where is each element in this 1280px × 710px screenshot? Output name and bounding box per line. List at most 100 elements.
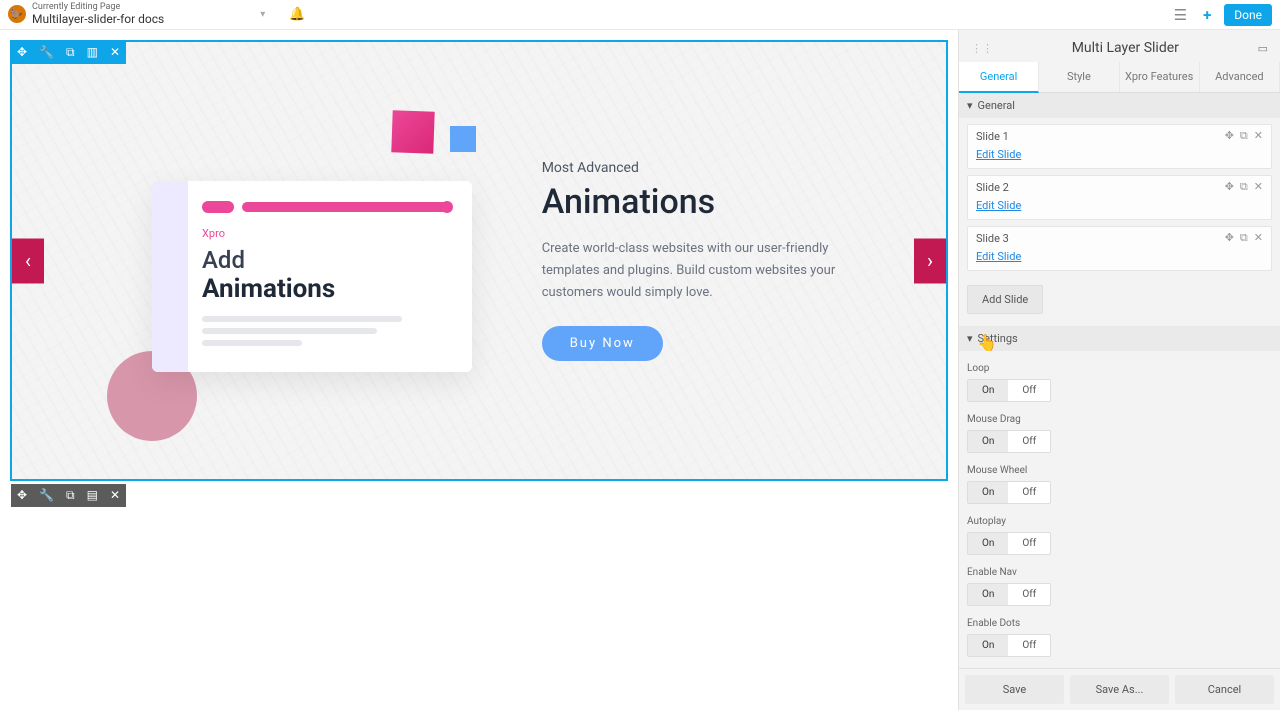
slide-name: Slide 3 [976, 232, 1009, 245]
row-copy-icon[interactable]: ⧉ [60, 484, 81, 507]
save-as-button[interactable]: Save As... [1070, 675, 1169, 704]
save-button[interactable]: Save [965, 675, 1064, 704]
close-icon[interactable]: ✕ [104, 41, 126, 64]
mouse-wheel-off[interactable]: Off [1008, 482, 1050, 503]
loop-label: Loop [967, 363, 1272, 374]
row-columns-icon[interactable]: ▤ [81, 484, 104, 507]
mouse-wheel-label: Mouse Wheel [967, 465, 1272, 476]
main: ✥ 🔧 ⧉ ▥ ✕ ‹ › [0, 30, 1280, 710]
tab-general[interactable]: General [959, 62, 1039, 93]
loop-on[interactable]: On [968, 380, 1008, 401]
topbar-left: 🦫 Currently Editing Page Multilayer-slid… [8, 3, 305, 26]
row-toolbar: ✥ 🔧 ⧉ ▤ ✕ [11, 484, 126, 507]
add-icon[interactable]: + [1200, 3, 1214, 27]
slide-item-3: Slide 3 ✥ ⧉ ✕ Edit Slide [967, 226, 1272, 271]
slide-copy-icon[interactable]: ⧉ [1240, 231, 1248, 245]
enable-dots-off[interactable]: Off [1008, 635, 1050, 656]
slide-name: Slide 2 [976, 181, 1009, 194]
mouse-drag-label: Mouse Drag [967, 414, 1272, 425]
enable-nav-label: Enable Nav [967, 567, 1272, 578]
enable-nav-on[interactable]: On [968, 584, 1008, 605]
enable-dots-label: Enable Dots [967, 618, 1272, 629]
enable-nav-off[interactable]: Off [1008, 584, 1050, 605]
headline: Animations [542, 182, 906, 222]
slide-move-icon[interactable]: ✥ [1225, 180, 1234, 194]
settings-sidebar: ⋮⋮ Multi Layer Slider ▭ General Style Xp… [958, 30, 1280, 710]
slide-delete-icon[interactable]: ✕ [1254, 231, 1263, 245]
enable-nav-toggle: On Off [967, 583, 1051, 606]
nav-prev-button[interactable]: ‹ [12, 238, 44, 283]
bell-icon[interactable]: 🔔 [289, 7, 305, 22]
sidebar-title: Multi Layer Slider [1072, 40, 1179, 56]
mouse-wheel-on[interactable]: On [968, 482, 1008, 503]
drag-handle-icon[interactable]: ⋮⋮ [971, 42, 993, 55]
autoplay-label: Autoplay [967, 516, 1272, 527]
tab-xpro[interactable]: Xpro Features [1120, 62, 1200, 92]
sidebar-footer: Save Save As... Cancel [959, 668, 1280, 710]
sidebar-body: ▾ General Slide 1 ✥ ⧉ ✕ Edit Slide Slide… [959, 93, 1280, 668]
edit-slide-link[interactable]: Edit Slide [976, 148, 1021, 161]
slide-copy-icon[interactable]: ⧉ [1240, 129, 1248, 143]
slide-copy-icon[interactable]: ⧉ [1240, 180, 1248, 194]
columns-icon[interactable]: ▥ [81, 41, 104, 64]
slide-delete-icon[interactable]: ✕ [1254, 180, 1263, 194]
edit-slide-link[interactable]: Edit Slide [976, 199, 1021, 212]
edit-slide-link[interactable]: Edit Slide [976, 250, 1021, 263]
description: Create world-class websites with our use… [542, 238, 842, 304]
slide-delete-icon[interactable]: ✕ [1254, 129, 1263, 143]
pink-square-decor [391, 110, 434, 153]
row-wrench-icon[interactable]: 🔧 [33, 484, 60, 507]
slider-preview: ‹ › Xpro Add [12, 42, 946, 479]
tab-advanced[interactable]: Advanced [1200, 62, 1280, 92]
autoplay-on[interactable]: On [968, 533, 1008, 554]
copy-icon[interactable]: ⧉ [60, 41, 81, 64]
logo: 🦫 [8, 5, 26, 23]
topbar-right: ☰ + Done [1171, 3, 1272, 27]
buy-now-button[interactable]: Buy Now [542, 326, 663, 361]
row-close-icon[interactable]: ✕ [104, 484, 126, 507]
card-title-1: Add [202, 246, 452, 274]
enable-dots-on[interactable]: On [968, 635, 1008, 656]
mouse-drag-toggle: On Off [967, 430, 1051, 453]
page-name: Multilayer-slider-for docs [32, 13, 164, 26]
chevron-down-icon: ▾ [967, 99, 973, 112]
move-icon[interactable]: ✥ [11, 41, 33, 64]
canvas-area: ✥ 🔧 ⧉ ▥ ✕ ‹ › [0, 30, 958, 710]
mouse-drag-on[interactable]: On [968, 431, 1008, 452]
outline-icon[interactable]: ☰ [1171, 3, 1190, 27]
module-wrap[interactable]: ✥ 🔧 ⧉ ▥ ✕ ‹ › [10, 40, 948, 481]
done-button[interactable]: Done [1224, 4, 1272, 26]
slide-graphic: Xpro Add Animations [52, 71, 522, 451]
card-bar [202, 201, 452, 213]
wrench-icon[interactable]: 🔧 [33, 41, 60, 64]
sidebar-header: ⋮⋮ Multi Layer Slider ▭ [959, 30, 1280, 62]
slide-move-icon[interactable]: ✥ [1225, 231, 1234, 245]
loop-toggle: On Off [967, 379, 1051, 402]
page-info[interactable]: Currently Editing Page Multilayer-slider… [32, 3, 164, 26]
autoplay-off[interactable]: Off [1008, 533, 1050, 554]
expand-icon[interactable]: ▭ [1258, 42, 1268, 55]
card-mockup: Xpro Add Animations [152, 181, 472, 372]
mouse-drag-off[interactable]: Off [1008, 431, 1050, 452]
nav-next-button[interactable]: › [914, 238, 946, 283]
chevron-down-icon: ▾ [967, 332, 973, 345]
loop-off[interactable]: Off [1008, 380, 1050, 401]
slide-item-2: Slide 2 ✥ ⧉ ✕ Edit Slide [967, 175, 1272, 220]
slide-text: Most Advanced Animations Create world-cl… [522, 160, 906, 361]
section-settings[interactable]: ▾ Settings [959, 326, 1280, 351]
section-general[interactable]: ▾ General [959, 93, 1280, 118]
tagline: Most Advanced [542, 160, 906, 176]
slide-move-icon[interactable]: ✥ [1225, 129, 1234, 143]
cancel-button[interactable]: Cancel [1175, 675, 1274, 704]
add-slide-button[interactable]: Add Slide [967, 285, 1043, 314]
tab-style[interactable]: Style [1039, 62, 1119, 92]
module-toolbar: ✥ 🔧 ⧉ ▥ ✕ [11, 41, 126, 64]
card-title-2: Animations [202, 274, 452, 304]
card-side [152, 181, 188, 372]
card-brand: Xpro [202, 227, 452, 240]
mouse-wheel-toggle: On Off [967, 481, 1051, 504]
autoplay-toggle: On Off [967, 532, 1051, 555]
slide-item-1: Slide 1 ✥ ⧉ ✕ Edit Slide [967, 124, 1272, 169]
chevron-down-icon[interactable]: ▾ [260, 9, 265, 20]
row-move-icon[interactable]: ✥ [11, 484, 33, 507]
